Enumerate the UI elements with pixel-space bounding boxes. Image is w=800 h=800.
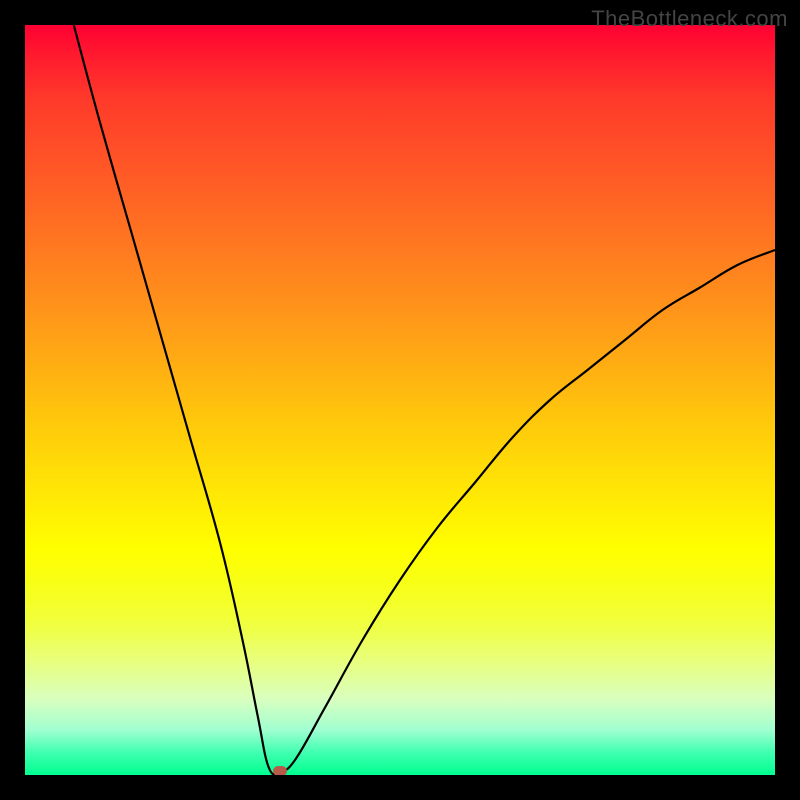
plot-area xyxy=(25,25,775,775)
watermark-text: TheBottleneck.com xyxy=(591,6,788,32)
bottleneck-curve xyxy=(25,25,775,775)
optimum-marker xyxy=(273,766,287,775)
chart-frame: TheBottleneck.com xyxy=(0,0,800,800)
